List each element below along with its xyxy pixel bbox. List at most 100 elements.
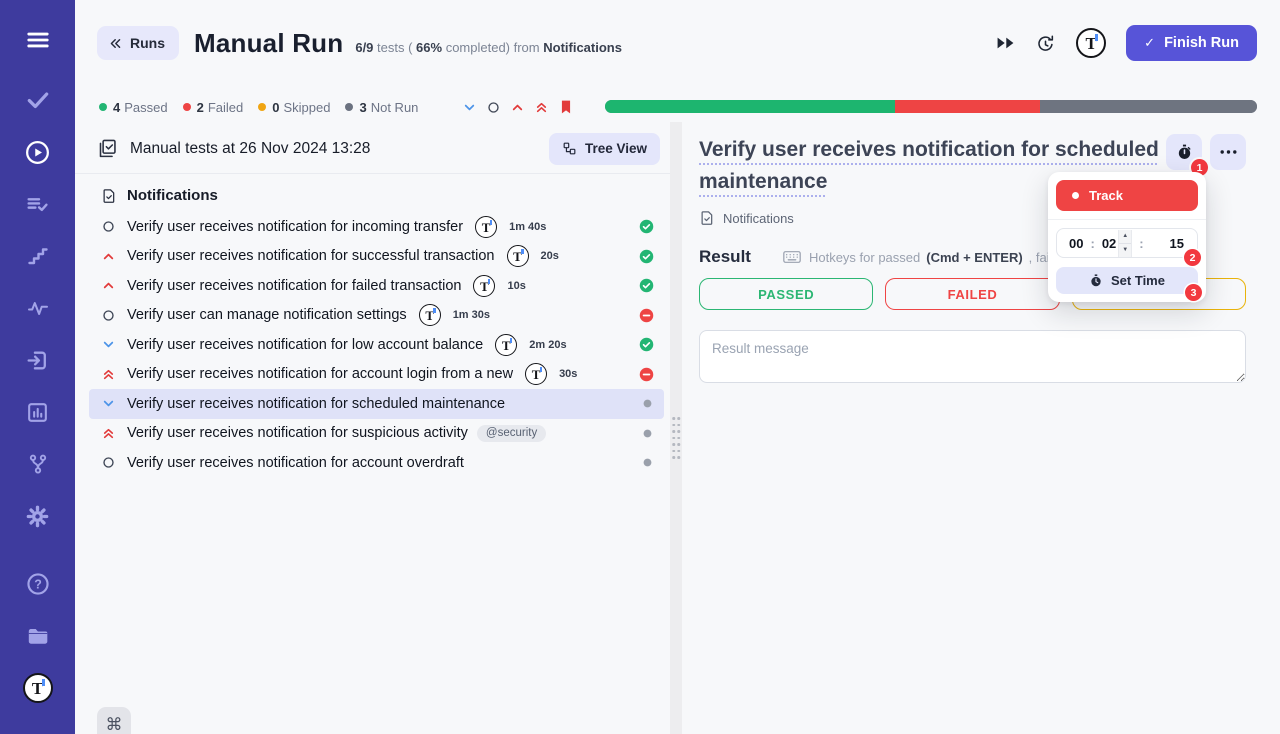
- test-duration: 1m 30s: [452, 309, 490, 322]
- test-tag[interactable]: @security: [476, 424, 547, 442]
- topbar-actions: T ✓ Finish Run: [996, 25, 1257, 61]
- step-badge-3: 3: [1185, 284, 1202, 301]
- colon: :: [1090, 235, 1095, 251]
- tree-view-label: Tree View: [584, 141, 647, 156]
- minutes-value[interactable]: 02: [1102, 236, 1116, 251]
- run-progress-segment: 6/9: [355, 39, 374, 55]
- import-icon[interactable]: [20, 342, 56, 378]
- test-row[interactable]: Verify user receives notification for in…: [89, 212, 664, 242]
- status-dot-icon: [99, 103, 107, 111]
- status-dot-icon: [182, 103, 191, 111]
- hours-value[interactable]: 00: [1069, 236, 1083, 251]
- tlogo-icon: T: [22, 673, 53, 703]
- chevron-down-icon: [101, 397, 116, 410]
- status-notrun-icon: [641, 397, 654, 410]
- circle-marker-icon: [101, 220, 116, 233]
- filter-bookmark-icon[interactable]: [559, 99, 573, 115]
- chevrons-left-icon: [108, 36, 123, 51]
- progress-segment: [894, 100, 1040, 113]
- passed-button[interactable]: PASSED: [699, 278, 874, 310]
- run-progress-summary: 6/9 tests ( 66% completed) from Notifica…: [355, 40, 622, 55]
- back-to-runs-button[interactable]: Runs: [97, 26, 179, 60]
- count-skipped: 0 Skipped: [258, 100, 330, 115]
- colon: :: [1139, 235, 1144, 251]
- finish-run-button[interactable]: ✓ Finish Run: [1126, 25, 1257, 61]
- drag-grip-icon: [672, 417, 680, 459]
- test-row[interactable]: Verify user receives notification for lo…: [89, 330, 664, 360]
- test-row[interactable]: Verify user receives notification for ac…: [89, 360, 664, 390]
- circle-marker-icon: [101, 456, 116, 469]
- more-actions-button[interactable]: [1210, 134, 1246, 170]
- hotkey-segment: (Cmd + ENTER): [926, 249, 1023, 265]
- suite-group-header[interactable]: Notifications: [101, 187, 670, 204]
- clipboard-check-icon: [97, 138, 118, 159]
- step-badge-2: 2: [1184, 249, 1201, 266]
- sidebar-top: [20, 22, 56, 550]
- gear-icon[interactable]: [20, 498, 56, 534]
- run-header: Manual tests at 26 Nov 2024 13:28 Tree V…: [75, 124, 670, 174]
- command-palette-button[interactable]: ⌘: [97, 707, 131, 734]
- filter-chevron-up-icon[interactable]: [511, 101, 524, 114]
- run-progress-segment: completed) from: [442, 39, 544, 55]
- test-row[interactable]: Verify user receives notification for sc…: [89, 389, 664, 419]
- test-duration: 30s: [559, 368, 578, 381]
- step-down-icon[interactable]: ▼: [1119, 243, 1132, 257]
- tlogo-icon: T: [506, 245, 529, 268]
- time-input[interactable]: 00 : 02 ▲ ▼ : 15 2: [1056, 228, 1201, 266]
- timer-button[interactable]: 1: [1166, 134, 1208, 176]
- pulse-icon[interactable]: [20, 290, 56, 326]
- doc-check-icon: [101, 188, 117, 204]
- menu-icon[interactable]: [20, 22, 56, 58]
- retry-timer-icon[interactable]: [1035, 33, 1056, 54]
- status-passed-icon: [639, 249, 654, 264]
- tlogo-icon: T: [495, 333, 518, 356]
- help-icon[interactable]: ?: [20, 566, 56, 602]
- test-row[interactable]: Verify user receives notification for su…: [89, 419, 664, 449]
- breadcrumb-label: Notifications: [723, 210, 794, 226]
- tlogo-icon[interactable]: T: [20, 670, 56, 706]
- chevron-up-icon: [101, 279, 116, 292]
- tree-icon: [562, 141, 577, 156]
- main-area: Runs Manual Run 6/9 tests ( 66% complete…: [75, 0, 1280, 734]
- status-failed-icon: [639, 308, 654, 323]
- progress-segment: [605, 100, 895, 113]
- test-row[interactable]: Verify user receives notification for ac…: [89, 448, 664, 478]
- branch-icon[interactable]: [20, 446, 56, 482]
- filter-circle-marker-icon[interactable]: [487, 101, 500, 114]
- sidebar-bottom: ? T: [20, 566, 56, 722]
- status-passed-icon: [639, 219, 654, 234]
- list-check-icon[interactable]: [20, 186, 56, 222]
- seconds-value[interactable]: 15: [1170, 236, 1184, 251]
- test-row[interactable]: Verify user receives notification for su…: [89, 242, 664, 272]
- status-notrun-icon: [641, 427, 654, 440]
- filter-chevron-down-icon[interactable]: [463, 101, 476, 114]
- tlogo-icon[interactable]: T: [1076, 28, 1107, 58]
- test-duration: 10s: [507, 279, 526, 292]
- result-message-input[interactable]: [699, 330, 1246, 383]
- tree-view-button[interactable]: Tree View: [548, 132, 660, 165]
- status-passed-icon: [639, 278, 654, 293]
- run-progress-bar: [605, 100, 1257, 113]
- track-button[interactable]: Track: [1056, 180, 1198, 211]
- set-time-button[interactable]: Set Time 3: [1056, 267, 1202, 301]
- play-circle-icon[interactable]: [20, 134, 56, 170]
- filter-chevrons-up-icon[interactable]: [535, 101, 548, 114]
- page-title: Manual Run: [194, 27, 344, 58]
- minutes-stepper[interactable]: ▲ ▼: [1118, 229, 1133, 257]
- topbar: Runs Manual Run 6/9 tests ( 66% complete…: [97, 20, 1257, 66]
- fast-forward-icon[interactable]: [996, 36, 1015, 50]
- panel-resize-divider[interactable]: [670, 122, 682, 734]
- timer-popup: Track 00 : 02 ▲ ▼ : 15 2 Set Time 3: [1048, 172, 1206, 302]
- sidebar: ? T: [0, 0, 75, 734]
- progress-segment: [1039, 100, 1257, 113]
- check-small-icon: ✓: [1144, 35, 1156, 50]
- chart-icon[interactable]: [20, 394, 56, 430]
- test-list-panel: Manual tests at 26 Nov 2024 13:28 Tree V…: [75, 122, 670, 734]
- test-row[interactable]: Verify user receives notification for fa…: [89, 271, 664, 301]
- steps-icon[interactable]: [20, 238, 56, 274]
- folder-icon[interactable]: [20, 618, 56, 654]
- failed-button[interactable]: FAILED: [885, 278, 1060, 310]
- test-row[interactable]: Verify user can manage notification sett…: [89, 301, 664, 331]
- check-icon[interactable]: [20, 82, 56, 118]
- step-up-icon[interactable]: ▲: [1119, 229, 1132, 244]
